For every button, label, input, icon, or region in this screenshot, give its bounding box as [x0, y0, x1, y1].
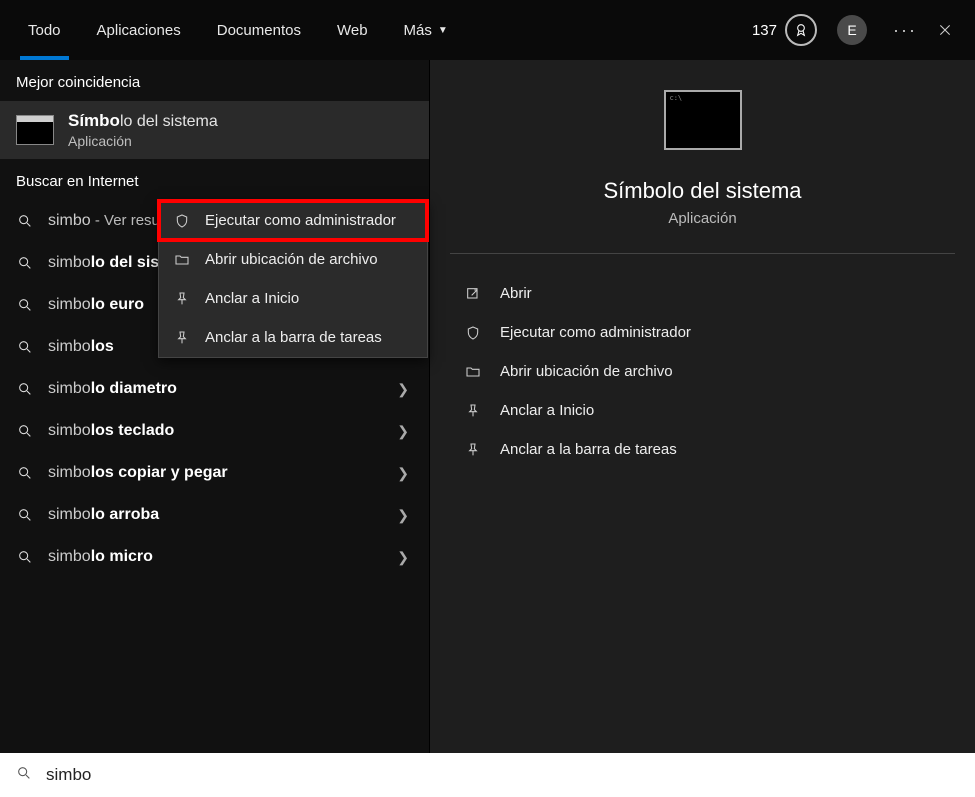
- close-icon: [937, 22, 953, 38]
- action-run-as-admin[interactable]: Ejecutar como administrador: [450, 313, 955, 352]
- tab-label: Web: [337, 22, 368, 39]
- open-icon: [464, 286, 482, 302]
- web-search-suggestion[interactable]: simbolos copiar y pegar ❯: [0, 452, 429, 494]
- tab-label: Documentos: [217, 22, 301, 39]
- pin-icon: [173, 330, 191, 346]
- ctx-pin-to-taskbar[interactable]: Anclar a la barra de tareas: [159, 318, 427, 357]
- chevron-right-icon: ❯: [397, 381, 413, 398]
- folder-icon: [173, 252, 191, 268]
- suggestion-text: simbolos copiar y pegar: [48, 464, 228, 482]
- action-label: Ejecutar como administrador: [500, 324, 691, 341]
- chevron-right-icon: ❯: [397, 465, 413, 482]
- pin-icon: [464, 403, 482, 419]
- ctx-open-file-location[interactable]: Abrir ubicación de archivo: [159, 240, 427, 279]
- cmd-icon: [16, 115, 54, 145]
- search-icon: [16, 297, 34, 313]
- preview-title: Símbolo del sistema: [603, 178, 801, 204]
- search-icon: [16, 507, 34, 523]
- tab-label: Más: [404, 22, 432, 39]
- suggestion-text: simbolos teclado: [48, 422, 174, 440]
- chevron-right-icon: ❯: [397, 549, 413, 566]
- folder-icon: [464, 364, 482, 380]
- suggestion-text: simbolo arroba: [48, 506, 159, 524]
- ctx-item-label: Ejecutar como administrador: [205, 212, 396, 229]
- search-input[interactable]: [46, 765, 959, 785]
- chevron-down-icon: ▼: [438, 25, 448, 36]
- search-icon: [16, 255, 34, 271]
- shield-icon: [464, 325, 482, 341]
- suggestion-text: simbolo diametro: [48, 380, 177, 398]
- shield-icon: [173, 213, 191, 229]
- cmd-icon-large: [664, 90, 742, 150]
- web-search-suggestion[interactable]: simbolo diametro ❯: [0, 368, 429, 410]
- rewards-indicator[interactable]: 137: [752, 14, 817, 46]
- close-button[interactable]: [925, 22, 965, 38]
- tab-label: Aplicaciones: [97, 22, 181, 39]
- action-label: Anclar a la barra de tareas: [500, 441, 677, 458]
- search-icon: [16, 465, 34, 481]
- ctx-run-as-admin[interactable]: Ejecutar como administrador: [159, 201, 427, 240]
- search-icon: [16, 213, 34, 229]
- search-filter-tabs: Todo Aplicaciones Documentos Web Más ▼ 1…: [0, 0, 975, 60]
- action-pin-to-start[interactable]: Anclar a Inicio: [450, 391, 955, 430]
- rewards-points: 137: [752, 22, 777, 39]
- tab-all[interactable]: Todo: [10, 0, 79, 60]
- search-icon: [16, 549, 34, 565]
- more-options-button[interactable]: ···: [885, 20, 925, 41]
- web-search-suggestion[interactable]: simbolos teclado ❯: [0, 410, 429, 452]
- tab-more[interactable]: Más ▼: [386, 0, 466, 60]
- search-icon: [16, 381, 34, 397]
- suggestion-text: simbolo micro: [48, 548, 153, 566]
- action-label: Anclar a Inicio: [500, 402, 594, 419]
- best-match-title: Símbolo del sistema: [68, 111, 218, 131]
- preview-subtitle: Aplicación: [668, 210, 736, 227]
- web-search-suggestion[interactable]: simbolo micro ❯: [0, 536, 429, 578]
- action-open[interactable]: Abrir: [450, 274, 955, 313]
- search-icon: [16, 423, 34, 439]
- preview-panel: Símbolo del sistema Aplicación Abrir Eje…: [429, 60, 975, 753]
- best-match-result[interactable]: Símbolo del sistema Aplicación: [0, 101, 429, 159]
- web-search-suggestion[interactable]: simbolo arroba ❯: [0, 494, 429, 536]
- ctx-item-label: Anclar a Inicio: [205, 290, 299, 307]
- divider: [450, 253, 955, 254]
- action-label: Abrir: [500, 285, 532, 302]
- suggestion-text: simbolo euro: [48, 296, 144, 314]
- chevron-right-icon: ❯: [397, 507, 413, 524]
- pin-icon: [464, 442, 482, 458]
- search-icon: [16, 765, 32, 786]
- action-open-file-location[interactable]: Abrir ubicación de archivo: [450, 352, 955, 391]
- context-menu: Ejecutar como administrador Abrir ubicac…: [158, 200, 428, 358]
- ctx-pin-to-start[interactable]: Anclar a Inicio: [159, 279, 427, 318]
- best-match-header: Mejor coincidencia: [0, 60, 429, 101]
- avatar-letter: E: [847, 22, 856, 38]
- tab-web[interactable]: Web: [319, 0, 386, 60]
- tab-docs[interactable]: Documentos: [199, 0, 319, 60]
- action-pin-to-taskbar[interactable]: Anclar a la barra de tareas: [450, 430, 955, 469]
- search-bar[interactable]: [0, 753, 975, 797]
- internet-search-header: Buscar en Internet: [0, 159, 429, 200]
- medal-icon: [785, 14, 817, 46]
- tab-apps[interactable]: Aplicaciones: [79, 0, 199, 60]
- chevron-right-icon: ❯: [397, 423, 413, 440]
- ctx-item-label: Anclar a la barra de tareas: [205, 329, 382, 346]
- results-panel: Mejor coincidencia Símbolo del sistema A…: [0, 60, 429, 753]
- action-label: Abrir ubicación de archivo: [500, 363, 673, 380]
- best-match-subtitle: Aplicación: [68, 133, 218, 149]
- suggestion-text: simbolos: [48, 338, 114, 356]
- ctx-item-label: Abrir ubicación de archivo: [205, 251, 378, 268]
- pin-icon: [173, 291, 191, 307]
- user-avatar[interactable]: E: [837, 15, 867, 45]
- tab-label: Todo: [28, 22, 61, 39]
- search-icon: [16, 339, 34, 355]
